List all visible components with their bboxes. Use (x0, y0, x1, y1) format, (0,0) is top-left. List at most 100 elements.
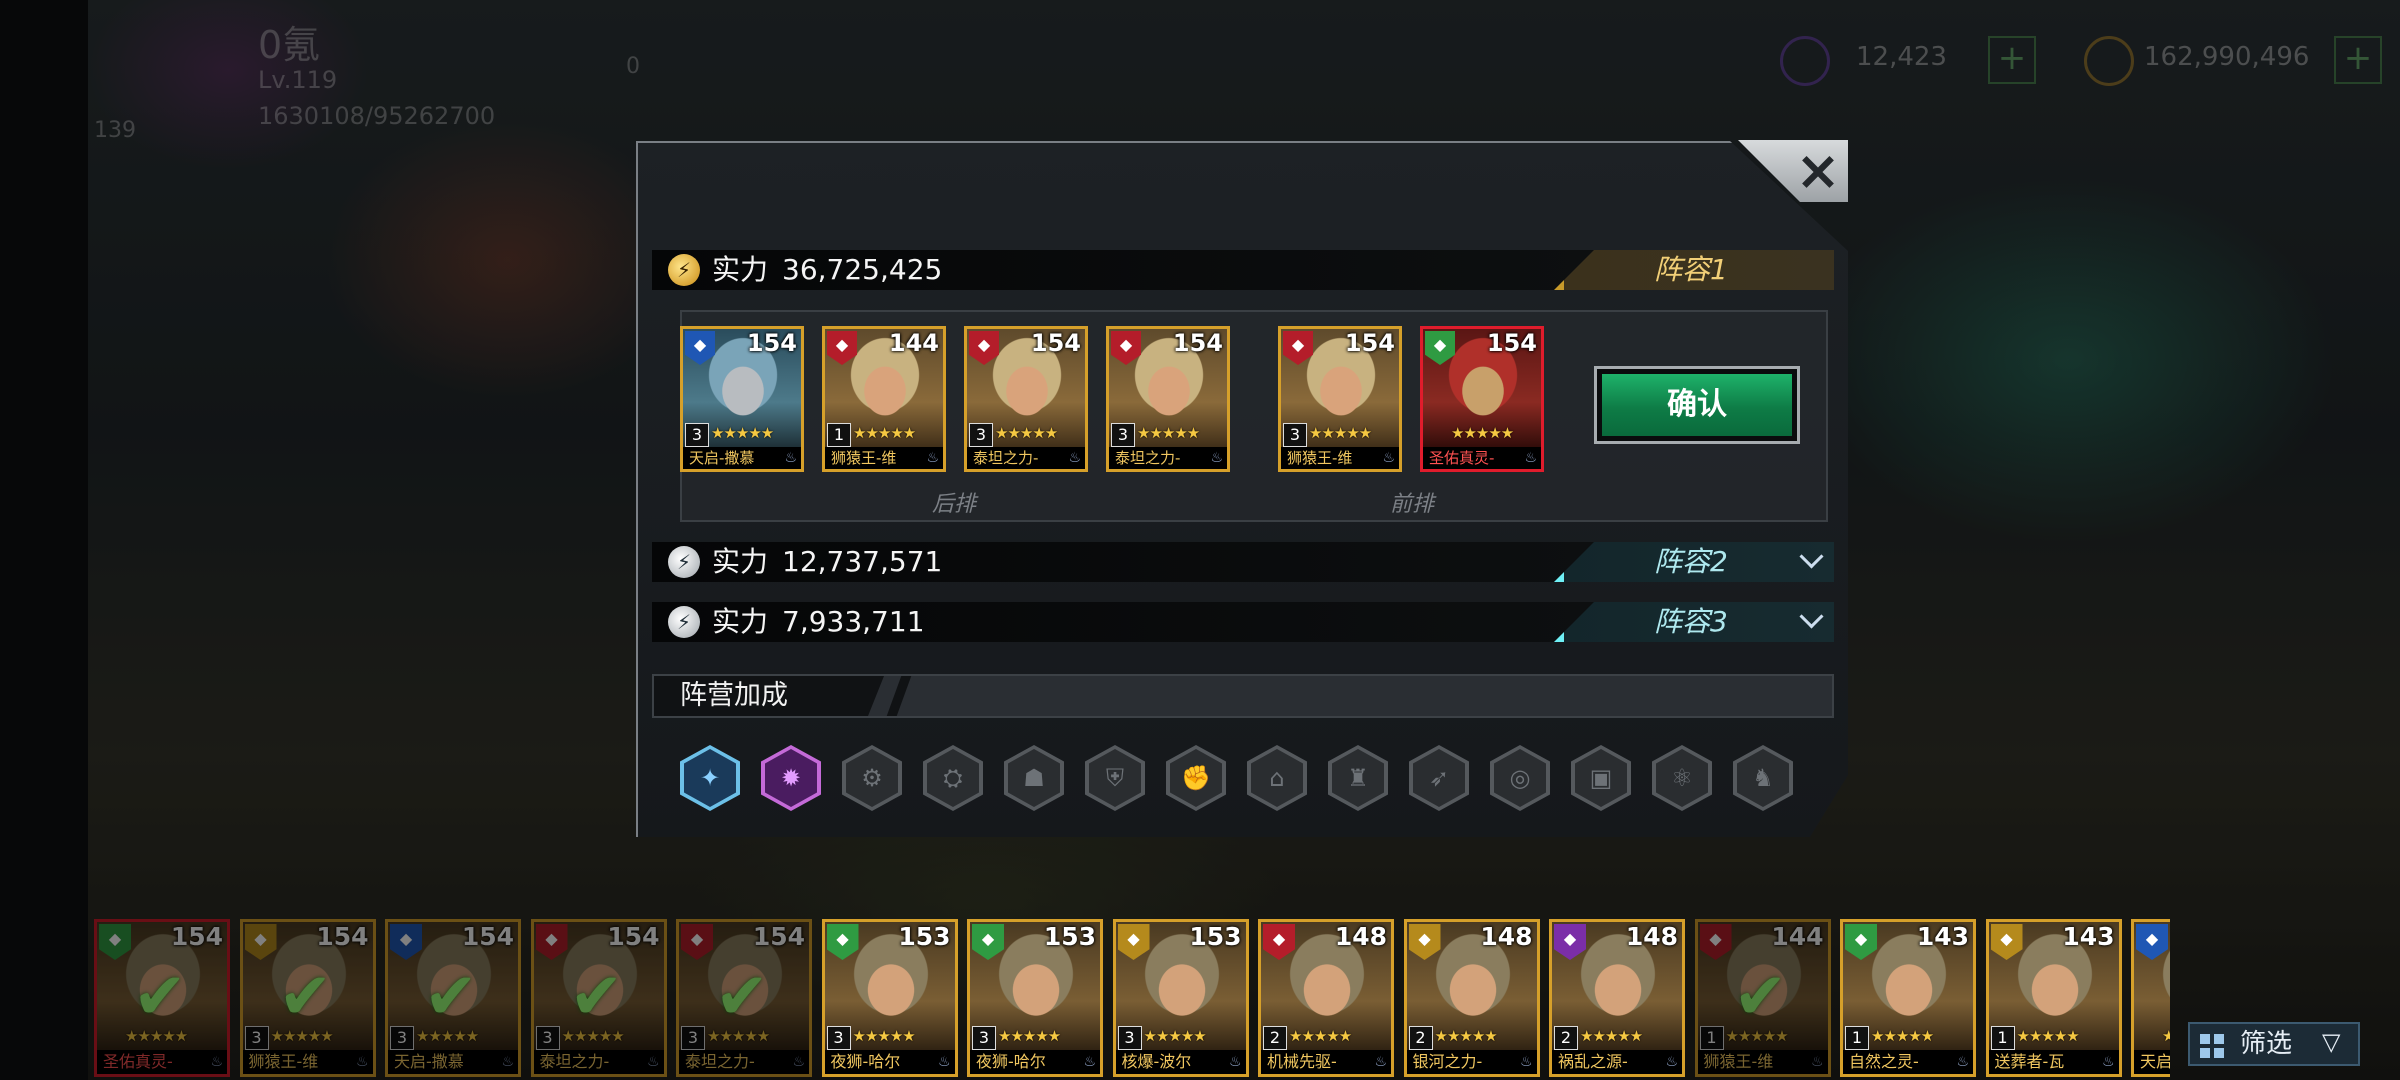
tier-badge: 3 (685, 423, 709, 447)
team-tag-3: 阵容3 (1554, 602, 1834, 642)
slot-card[interactable]: ◆ 144 1 ★★★★★ 狮猿王-维 ♨ (822, 326, 946, 472)
power-icon: ⚡ (668, 606, 700, 638)
team-tag-2: 阵容2 (1554, 542, 1834, 582)
hero-level: 148 (1480, 922, 1533, 951)
star-rating: ★★★★★ (711, 424, 774, 442)
selected-check-icon: ✔ (569, 960, 624, 1034)
star-rating: ★★★★★ (1871, 1027, 1934, 1045)
hero-level: 154 (1030, 329, 1081, 357)
team-tag-1: 阵容1 (1554, 250, 1834, 290)
tier-badge: 3 (1117, 1026, 1142, 1050)
roster-hero-card[interactable]: ◆ 154 3 ★★★★★ 狮猿王-维 ♨ ✔ (239, 919, 376, 1077)
star-rating: ★★★★★ (1143, 1027, 1207, 1045)
roster-hero-card[interactable]: ◆ 153 3 ★★★★★ 核爆-波尔 ♨ (1112, 919, 1249, 1077)
hero-level: 154 (1344, 329, 1395, 357)
hero-level: 143 (1916, 922, 1969, 951)
hero-name: 自然之灵- (1843, 1050, 1973, 1074)
roster-hero-card[interactable]: ◆ 154 3 ★★★★★ 天启-撒慕 ♨ ✔ (385, 919, 521, 1077)
selected-check-icon: ✔ (424, 960, 478, 1034)
roster-hero-card[interactable]: ◆ 153 3 ★★★★★ 夜狮-哈尔 ♨ (821, 919, 958, 1077)
roster-hero-card[interactable]: ◆ 153 3 ★★★★★ 夜狮-哈尔 ♨ (967, 919, 1103, 1077)
tier-badge: 3 (535, 1026, 560, 1050)
hero-name: 机械先驱- (1261, 1050, 1391, 1074)
tier-badge: 2 (1263, 1026, 1287, 1050)
hero-level: 144 (888, 329, 939, 357)
hero-name: 泰坦之力- (679, 1050, 809, 1074)
hero-level: 154 (461, 922, 514, 951)
roster-hero-card[interactable]: ◆ 148 2 ★★★★★ 机械先驱- ♨ (1258, 919, 1394, 1077)
roster-hero-card[interactable]: ◆ 154 3 ★★★★★ 泰坦之力- ♨ ✔ (530, 919, 667, 1077)
roster-hero-card[interactable]: ◆ 148 2 ★★★★★ 银河之力- ♨ (1403, 919, 1540, 1077)
team-label: 阵容2 (1654, 545, 1728, 578)
tier-badge: 3 (681, 1026, 705, 1050)
class-icon: ♨ (1210, 450, 1223, 466)
slot-card[interactable]: ◆ 154 3 ★★★★★ 天启-撒慕 ♨ (680, 326, 804, 472)
hero-name: 祸乱之源- (1552, 1050, 1682, 1074)
class-icon: ♨ (1956, 1054, 1969, 1070)
tier-badge: 1 (1699, 1026, 1724, 1050)
hero-name: 狮猿王-维 (825, 447, 943, 469)
chevron-down-icon (1799, 544, 1824, 569)
class-icon: ♨ (926, 450, 939, 466)
slot-card[interactable]: ◆ 154 3 ★★★★★ 狮猿王-维 ♨ (1278, 326, 1402, 472)
class-icon: ♨ (1382, 450, 1395, 466)
filter-button[interactable]: 筛选 ▽ (2188, 1022, 2360, 1066)
roster-hero-card[interactable]: ◆ 144 1 ★★★★★ 狮猿王-维 ♨ ✔ (1694, 919, 1831, 1077)
tier-badge: 2 (1408, 1026, 1433, 1050)
slot-card[interactable]: ◆ 154 3 ★★★★★ 泰坦之力- ♨ (1106, 326, 1230, 472)
hero-name: 狮猿王-维 (1281, 447, 1399, 469)
hero-name: 天启 (2134, 1050, 2170, 1074)
class-icon: ♨ (210, 1054, 223, 1070)
roster-hero-card[interactable]: ◆ 154 3 ★★★★★ 泰坦之力- ♨ ✔ (676, 919, 812, 1077)
hero-level: 148 (1334, 922, 1387, 951)
hero-name: 泰坦之力- (1109, 447, 1227, 469)
slot-card[interactable]: ◆ 154 ★★★★★ 圣佑真灵- ♨ (1420, 326, 1544, 472)
star-rating: ★★★★★ (1434, 1027, 1498, 1045)
hero-name: 泰坦之力- (967, 447, 1085, 469)
hero-name: 夜狮-哈尔 (824, 1050, 955, 1074)
power-value: 12,737,571 (782, 545, 943, 578)
power-label: 实力 (712, 545, 769, 578)
dropdown-triangle-icon: ▽ (2322, 1028, 2341, 1056)
tier-badge: 3 (244, 1026, 269, 1050)
star-rating: ★★★★★ (1289, 1027, 1352, 1045)
lineup-1-header[interactable]: ⚡ 实力 36,725,425 阵容1 (652, 250, 1834, 290)
hero-level: 153 (898, 922, 951, 951)
tier-badge: 1 (1990, 1026, 2015, 1050)
back-row-label: 后排 (932, 492, 977, 517)
roster-hero-card[interactable]: ◆ 143 1 ★★★★★ 自然之灵- ♨ (1840, 919, 1976, 1077)
hero-name: 核爆-波尔 (1115, 1050, 1246, 1074)
front-row-label: 前排 (1390, 492, 1435, 517)
class-icon: ♨ (355, 1054, 369, 1070)
tier-badge: 3 (826, 1026, 851, 1050)
roster-hero-card[interactable]: ◆ 143 1 ★★★★★ 送葬者-瓦 ♨ (1985, 919, 2122, 1077)
slot-card[interactable]: ◆ 154 3 ★★★★★ 泰坦之力- ♨ (964, 326, 1088, 472)
class-icon: ♨ (1665, 1054, 1678, 1070)
hero-name: 天启-撒慕 (388, 1050, 518, 1074)
class-icon: ♨ (1068, 450, 1081, 466)
confirm-button[interactable]: 确认 (1594, 366, 1800, 444)
hero-name: 送葬者-瓦 (1988, 1050, 2119, 1074)
hero-name: 圣佑真灵- (1423, 447, 1541, 469)
hero-name: 夜狮-哈尔 (970, 1050, 1100, 1074)
star-rating: ★★★★★ (1451, 424, 1514, 442)
roster-hero-card[interactable]: ◆★★★★★天启♨ (2131, 919, 2170, 1077)
filter-label: 筛选 (2240, 1029, 2293, 1059)
star-rating: ★★★★★ (1137, 424, 1200, 442)
class-icon: ♨ (784, 450, 797, 466)
star-rating: ★★★★★ (2016, 1027, 2080, 1045)
roster-hero-card[interactable]: ◆ 154 ★★★★★ 圣佑真灵- ♨ ✔ (94, 919, 230, 1077)
hero-level: 154 (1172, 329, 1223, 357)
class-icon: ♨ (2101, 1054, 2115, 1070)
star-rating: ★★★★★ (1580, 1027, 1643, 1045)
lineup-2-header[interactable]: ⚡ 实力 12,737,571 阵容2 (652, 542, 1834, 582)
camp-bonus-label: 阵营加成 (680, 680, 788, 711)
star-rating: ★★★★★ (853, 424, 916, 442)
hero-level: 144 (1771, 922, 1824, 951)
hero-level: 153 (1189, 922, 1242, 951)
hero-name: 圣佑真灵- (97, 1050, 227, 1074)
close-button[interactable]: × (1788, 140, 1848, 202)
power-label: 实力 (712, 253, 769, 286)
roster-hero-card[interactable]: ◆ 148 2 ★★★★★ 祸乱之源- ♨ (1549, 919, 1685, 1077)
lineup-3-header[interactable]: ⚡ 实力 7,933,711 阵容3 (652, 602, 1834, 642)
